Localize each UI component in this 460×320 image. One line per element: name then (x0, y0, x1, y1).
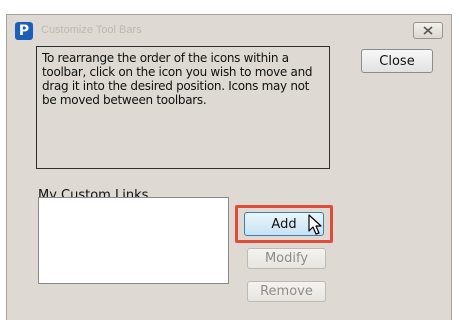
app-logo-icon: P (15, 22, 33, 40)
custom-links-list[interactable] (38, 197, 229, 284)
window-close-button[interactable] (413, 22, 443, 39)
modify-button[interactable]: Modify (247, 248, 326, 269)
instructions-text: To rearrange the order of the icons with… (36, 46, 330, 169)
dialog-title: Customize Tool Bars (41, 24, 142, 36)
remove-button[interactable]: Remove (247, 281, 326, 302)
close-button[interactable]: Close (361, 49, 433, 73)
title-bar[interactable]: P Customize Tool Bars (7, 15, 451, 49)
close-icon (423, 26, 433, 35)
mouse-pointer-icon (308, 214, 322, 235)
